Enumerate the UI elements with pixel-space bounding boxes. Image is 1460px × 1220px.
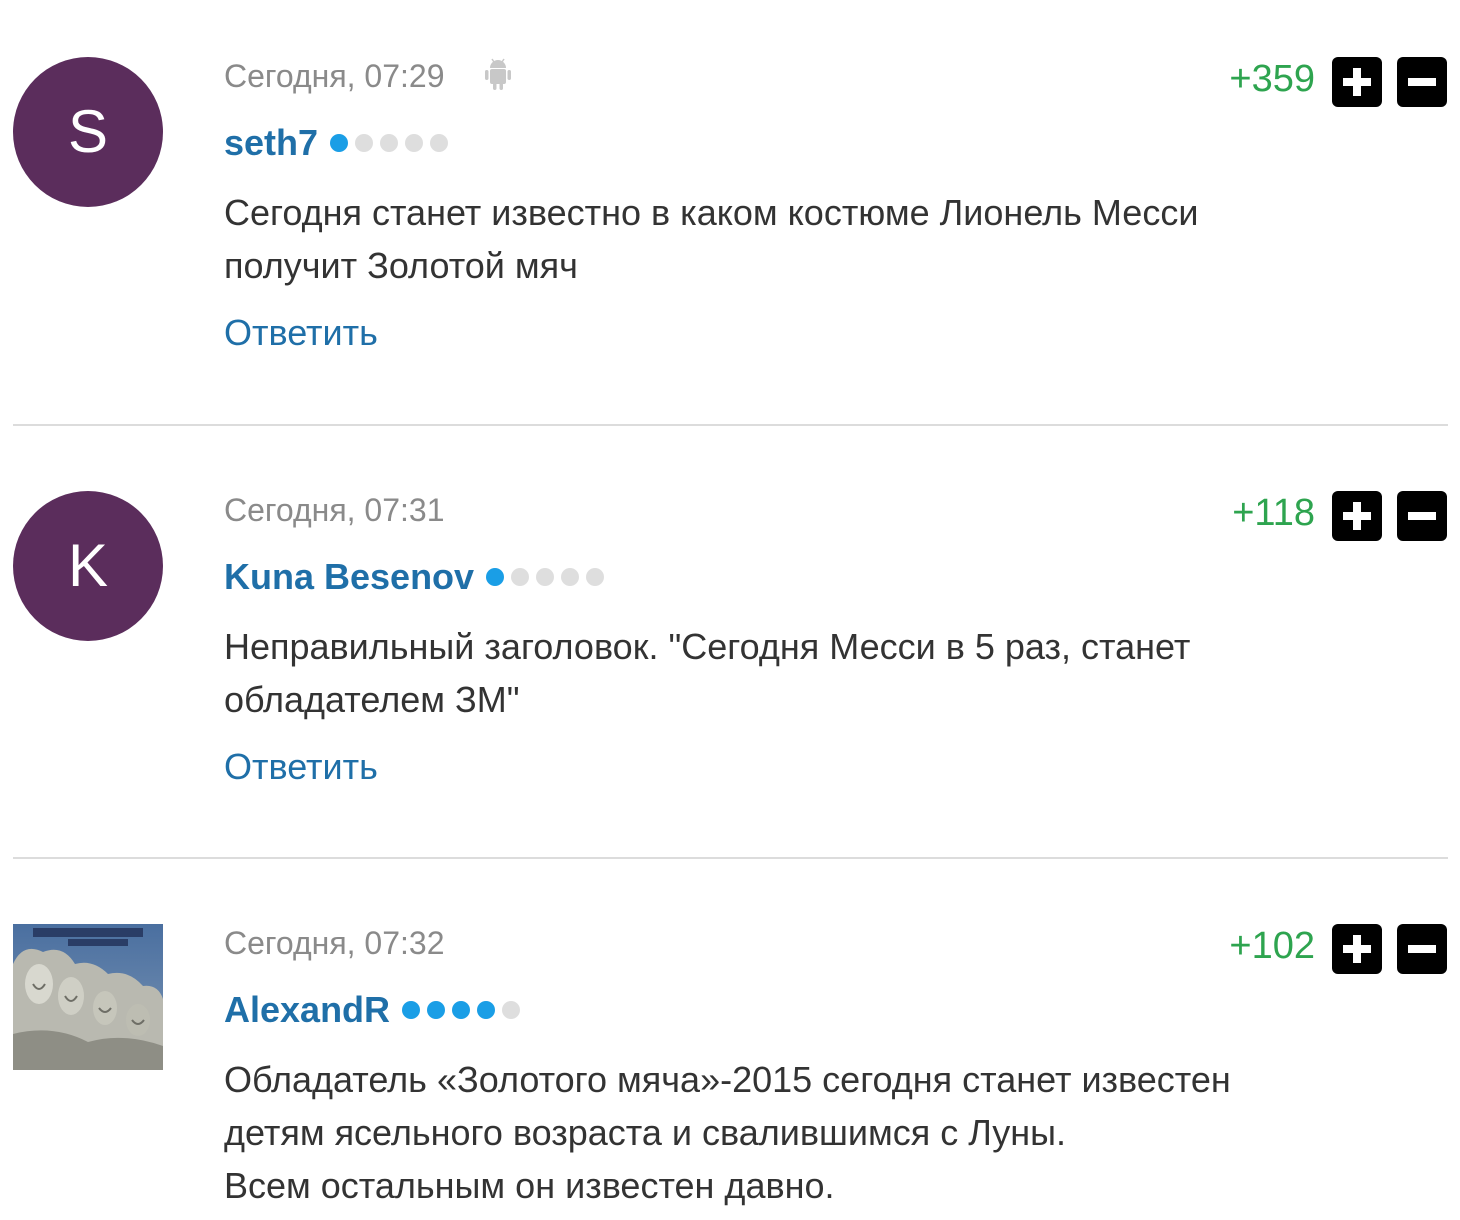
comment-text-line: Неправильный заголовок. "Сегодня Месси в…: [224, 626, 1191, 667]
rating-dot: [502, 1001, 521, 1019]
minus-icon: [1408, 78, 1436, 86]
divider: [13, 424, 1448, 426]
plus-icon: [1343, 935, 1371, 963]
rating-dot: [561, 568, 580, 586]
upvote-button[interactable]: [1332, 57, 1382, 107]
comment: Сегодня, 07:32 AlexandR Обладатель «Золо…: [0, 867, 1460, 1220]
divider: [13, 857, 1448, 859]
rating-dot: [430, 134, 449, 152]
reply-link[interactable]: Ответить: [224, 312, 378, 354]
rating-dot: [477, 1001, 496, 1019]
user-rating: [486, 568, 611, 586]
rating-dot: [427, 1001, 446, 1019]
downvote-button[interactable]: [1397, 491, 1447, 541]
vote-count: +359: [1229, 58, 1315, 100]
rating-dot: [405, 134, 424, 152]
plus-icon: [1343, 502, 1371, 530]
username[interactable]: seth7: [224, 122, 318, 164]
user-rating: [402, 1001, 527, 1019]
minus-icon: [1408, 512, 1436, 520]
comment-text: Неправильный заголовок. "Сегодня Месси в…: [224, 620, 1404, 726]
rating-dot: [586, 568, 605, 586]
comment: S Сегодня, 07:29 seth7 Сегодня станет из…: [0, 0, 1460, 425]
comment-text-line: детям ясельного возраста и свалившимся с…: [224, 1112, 1067, 1153]
rating-dot: [536, 568, 555, 586]
rating-dot: [330, 134, 349, 152]
avatar[interactable]: [13, 924, 163, 1070]
rating-dot: [452, 1001, 471, 1019]
plus-icon: [1343, 68, 1371, 96]
comment-text-line: Обладатель «Золотого мяча»-2015 сегодня …: [224, 1059, 1231, 1100]
comment-text: Сегодня станет известно в каком костюме …: [224, 186, 1404, 292]
reply-link[interactable]: Ответить: [224, 746, 378, 788]
avatar[interactable]: S: [13, 57, 163, 207]
upvote-button[interactable]: [1332, 491, 1382, 541]
rating-dot: [486, 568, 505, 586]
rating-dot: [402, 1001, 421, 1019]
vote-count: +118: [1232, 492, 1315, 534]
android-icon: [485, 58, 511, 90]
comment-text: Обладатель «Золотого мяча»-2015 сегодня …: [224, 1053, 1404, 1212]
comment: K Сегодня, 07:31 Kuna Besenov Неправильн…: [0, 434, 1460, 858]
rating-dot: [380, 134, 399, 152]
avatar[interactable]: K: [13, 491, 163, 641]
minus-icon: [1408, 945, 1436, 953]
comment-date: Сегодня, 07:29: [224, 58, 445, 94]
comment-text-line: получит Золотой мяч: [224, 245, 578, 286]
downvote-button[interactable]: [1397, 57, 1447, 107]
user-rating: [330, 134, 455, 152]
rating-dot: [511, 568, 530, 586]
upvote-button[interactable]: [1332, 924, 1382, 974]
comment-text-line: обладателем ЗМ": [224, 679, 520, 720]
comment-text-line: Всем остальным он известен давно.: [224, 1165, 835, 1206]
comment-text-line: Сегодня станет известно в каком костюме …: [224, 192, 1199, 233]
rating-dot: [355, 134, 374, 152]
username[interactable]: Kuna Besenov: [224, 556, 474, 598]
album-cover-avatar-icon: [13, 924, 163, 1070]
username[interactable]: AlexandR: [224, 989, 390, 1031]
comment-date: Сегодня, 07:32: [224, 925, 445, 961]
vote-count: +102: [1229, 925, 1315, 967]
downvote-button[interactable]: [1397, 924, 1447, 974]
comment-date: Сегодня, 07:31: [224, 492, 445, 528]
